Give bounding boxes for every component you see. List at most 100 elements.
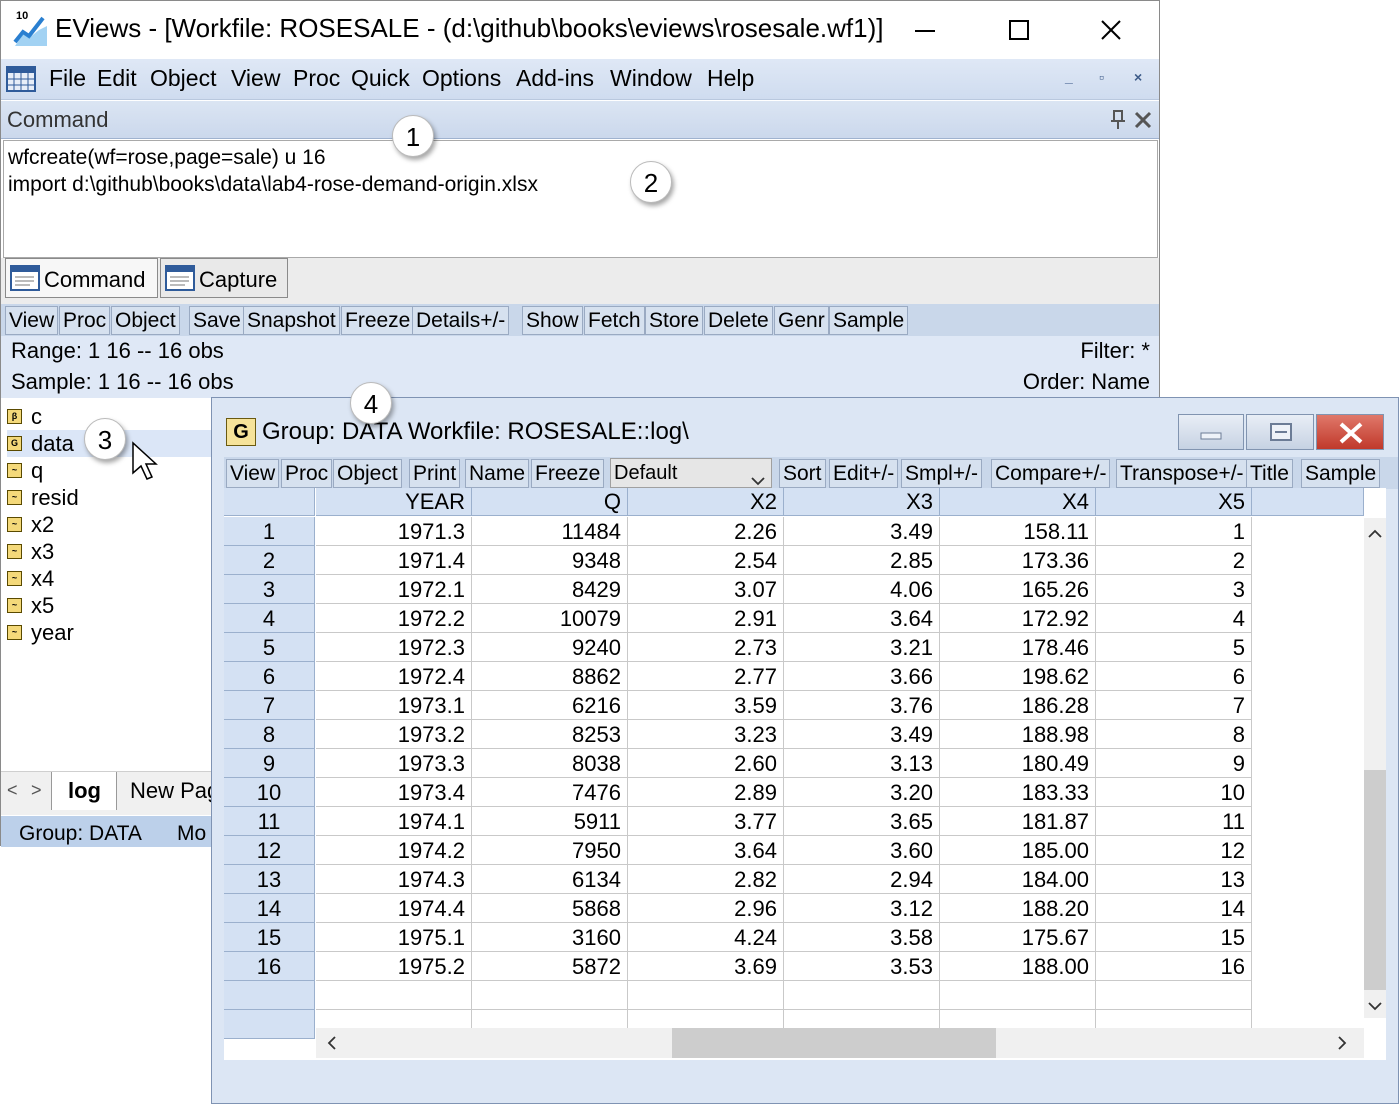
grid-cell[interactable]: 2.85 — [784, 546, 940, 575]
mdi-minimize-icon[interactable]: _ — [1065, 69, 1073, 85]
pin-icon[interactable] — [1109, 109, 1127, 131]
grid-cell[interactable]: 172.92 — [940, 604, 1096, 633]
horizontal-scroll-thumb[interactable] — [672, 1028, 996, 1058]
menu-window[interactable]: Window — [610, 65, 692, 92]
grid-cell[interactable]: 2.77 — [628, 662, 784, 691]
grid-cell[interactable] — [316, 981, 472, 1010]
grid-cell[interactable]: 3.58 — [784, 923, 940, 952]
group-view-button[interactable]: View — [226, 459, 280, 488]
range-text[interactable]: Range: 1 16 -- 16 obs — [11, 338, 224, 364]
row-header[interactable] — [224, 1010, 315, 1039]
grid-cell[interactable]: 178.46 — [940, 633, 1096, 662]
row-header[interactable]: 9 — [224, 749, 315, 778]
grid-cell[interactable]: 1974.1 — [316, 807, 472, 836]
grid-cell[interactable] — [628, 981, 784, 1010]
group-close-button[interactable] — [1316, 414, 1384, 450]
grid-cell[interactable]: 3.53 — [784, 952, 940, 981]
menu-help[interactable]: Help — [707, 65, 754, 92]
group-print-button[interactable]: Print — [409, 459, 461, 488]
scroll-down-icon[interactable] — [1367, 998, 1383, 1014]
display-format-select[interactable]: Default — [610, 458, 772, 488]
sample-text[interactable]: Sample: 1 16 -- 16 obs — [11, 369, 234, 395]
scroll-left-icon[interactable] — [324, 1035, 340, 1051]
group-name-button[interactable]: Name — [465, 459, 530, 488]
wf-fetch-button[interactable]: Fetch — [584, 306, 645, 335]
grid-cell[interactable]: 2.89 — [628, 778, 784, 807]
grid-cell[interactable]: 1972.3 — [316, 633, 472, 662]
menu-file[interactable]: File — [49, 65, 86, 92]
row-header[interactable]: 5 — [224, 633, 315, 662]
grid-cell[interactable]: 183.33 — [940, 778, 1096, 807]
grid-cell[interactable]: 5868 — [472, 894, 628, 923]
grid-cell[interactable]: 1 — [1096, 517, 1252, 546]
grid-cell[interactable]: 3.20 — [784, 778, 940, 807]
grid-cell[interactable]: 3.77 — [628, 807, 784, 836]
wf-sample-button[interactable]: Sample — [829, 306, 909, 335]
grid-cell[interactable]: 7476 — [472, 778, 628, 807]
wf-save-button[interactable]: Save — [189, 306, 245, 335]
object-x3[interactable]: ~ x3 — [7, 538, 212, 565]
wf-genr-button[interactable]: Genr — [774, 306, 829, 335]
row-header[interactable]: 11 — [224, 807, 315, 836]
grid-cell[interactable]: 10079 — [472, 604, 628, 633]
object-resid[interactable]: ~ resid — [7, 484, 212, 511]
vertical-scrollbar[interactable] — [1364, 518, 1386, 1018]
grid-cell[interactable]: 14 — [1096, 894, 1252, 923]
grid-cell[interactable]: 6216 — [472, 691, 628, 720]
page-tab-new[interactable]: New Pag — [130, 778, 219, 804]
grid-cell[interactable]: 181.87 — [940, 807, 1096, 836]
grid-cell[interactable] — [472, 981, 628, 1010]
vertical-scroll-thumb[interactable] — [1364, 770, 1386, 990]
grid-cell[interactable]: 4.24 — [628, 923, 784, 952]
grid-cell[interactable]: 1972.1 — [316, 575, 472, 604]
title-bar[interactable]: 10 EViews - [Workfile: ROSESALE - (d:\gi… — [1, 1, 1159, 59]
grid-cell[interactable]: 158.11 — [940, 517, 1096, 546]
grid-cell[interactable]: 3.60 — [784, 836, 940, 865]
grid-cell[interactable]: 3.69 — [628, 952, 784, 981]
grid-cell[interactable]: 1973.4 — [316, 778, 472, 807]
grid-cell[interactable] — [784, 981, 940, 1010]
grid-cell[interactable]: 13 — [1096, 865, 1252, 894]
grid-cell[interactable]: 8862 — [472, 662, 628, 691]
group-sort-button[interactable]: Sort — [779, 459, 826, 488]
row-header[interactable]: 12 — [224, 836, 315, 865]
column-header[interactable]: X3 — [784, 488, 940, 516]
menu-view[interactable]: View — [231, 65, 280, 92]
row-header[interactable]: 14 — [224, 894, 315, 923]
spreadsheet-grid[interactable]: YEAR Q X2 X3 X4 X5 1 1971.3 11484 2.26 3.49 158.11… — [224, 488, 1386, 1060]
menu-object[interactable]: Object — [150, 65, 216, 92]
grid-cell[interactable]: 8253 — [472, 720, 628, 749]
grid-cell[interactable]: 5872 — [472, 952, 628, 981]
group-smpl-button[interactable]: Smpl+/- — [901, 459, 982, 488]
horizontal-scrollbar[interactable] — [316, 1028, 1364, 1058]
grid-cell[interactable]: 3.21 — [784, 633, 940, 662]
grid-cell[interactable]: 180.49 — [940, 749, 1096, 778]
grid-cell[interactable]: 9348 — [472, 546, 628, 575]
grid-cell[interactable]: 184.00 — [940, 865, 1096, 894]
scroll-up-icon[interactable] — [1367, 526, 1383, 542]
grid-cell[interactable]: 188.20 — [940, 894, 1096, 923]
grid-cell[interactable]: 8 — [1096, 720, 1252, 749]
grid-cell[interactable]: 3 — [1096, 575, 1252, 604]
object-x5[interactable]: ~ x5 — [7, 592, 212, 619]
column-header[interactable]: X4 — [940, 488, 1096, 516]
grid-cell[interactable]: 11484 — [472, 517, 628, 546]
grid-cell[interactable] — [1096, 981, 1252, 1010]
grid-cell[interactable]: 3.64 — [628, 836, 784, 865]
grid-cell[interactable]: 10 — [1096, 778, 1252, 807]
grid-cell[interactable]: 2.60 — [628, 749, 784, 778]
row-header[interactable]: 15 — [224, 923, 315, 952]
grid-cell[interactable]: 4 — [1096, 604, 1252, 633]
grid-cell[interactable]: 5 — [1096, 633, 1252, 662]
wf-object-button[interactable]: Object — [111, 306, 180, 335]
group-minimize-button[interactable] — [1178, 414, 1244, 450]
grid-cell[interactable]: 1972.2 — [316, 604, 472, 633]
menu-options[interactable]: Options — [422, 65, 501, 92]
grid-cell[interactable]: 9 — [1096, 749, 1252, 778]
group-compare-button[interactable]: Compare+/- — [991, 459, 1111, 488]
grid-cell[interactable]: 2.91 — [628, 604, 784, 633]
grid-cell[interactable]: 1974.3 — [316, 865, 472, 894]
column-header[interactable]: X5 — [1096, 488, 1252, 516]
group-transpose-button[interactable]: Transpose+/- — [1116, 459, 1248, 488]
row-header[interactable]: 4 — [224, 604, 315, 633]
